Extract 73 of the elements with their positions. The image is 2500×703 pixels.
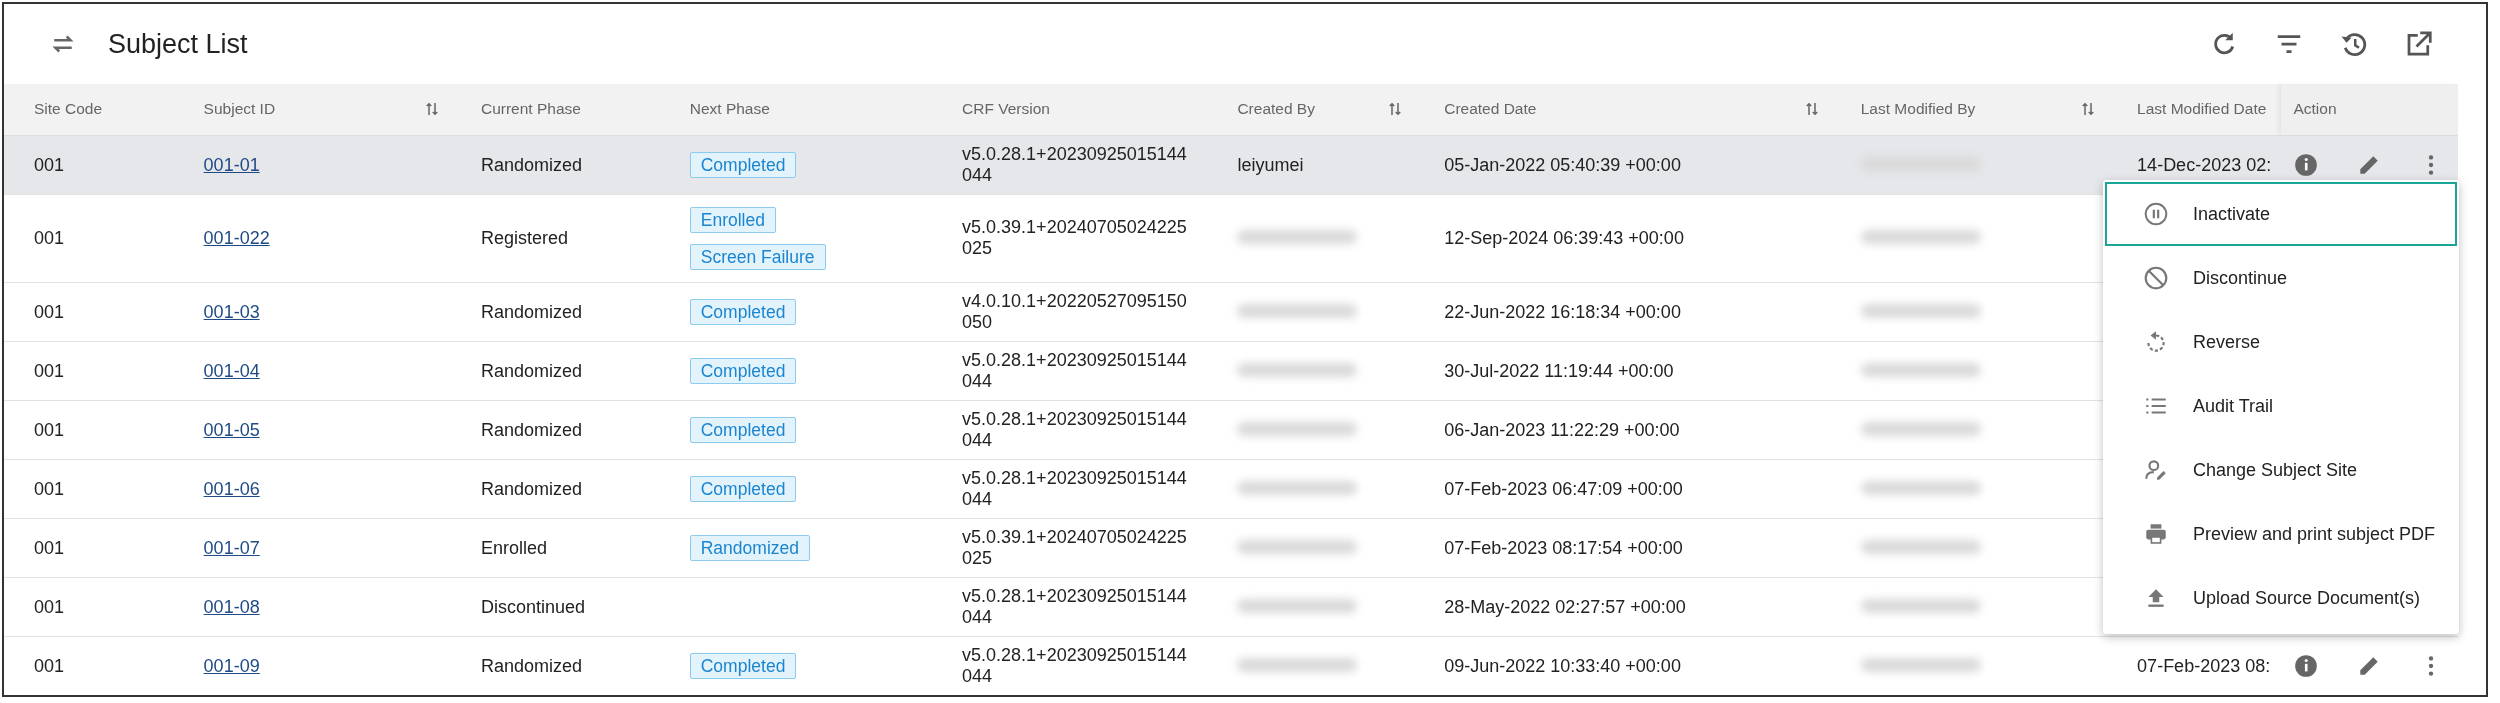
person-edit-icon [2143, 457, 2169, 483]
column-header: Site Code [34, 100, 103, 119]
table-cell: Randomized [480, 154, 583, 175]
table-cell-text: v5.0.28.1+20230925015144044 [962, 585, 1188, 628]
table-cell-text: v5.0.28.1+20230925015144044 [962, 408, 1188, 451]
menu-item[interactable]: Audit Trail [2105, 374, 2457, 438]
column-header: Action [2293, 100, 2337, 119]
column-header: Last Modified Date [2137, 100, 2267, 119]
table-cell: Discontinued [480, 596, 586, 617]
phase-tag[interactable]: Randomized [689, 534, 810, 561]
subject-link[interactable]: 001-09 [203, 655, 260, 676]
table-cell: 05-Jan-2022 05:40:39 +00:00 [1444, 154, 1681, 175]
block-icon [2143, 265, 2169, 291]
table-cell: 22-Jun-2022 16:18:34 +00:00 [1444, 301, 1681, 322]
table-cell: 001 [34, 655, 65, 676]
subject-link[interactable]: 001-08 [203, 596, 260, 617]
printer-icon [2143, 521, 2169, 547]
menu-item[interactable]: Preview and print subject PDF [2105, 502, 2457, 566]
subject-link[interactable]: 001-022 [203, 228, 270, 248]
table-cell: 001 [34, 596, 65, 617]
table-cell: 12-Sep-2024 06:39:43 +00:00 [1444, 228, 1684, 248]
table-cell-text: v4.0.10.1+20220527095150050 [962, 290, 1188, 333]
pause-icon [2143, 201, 2169, 227]
table-cell-text: v5.0.28.1+20230925015144044 [962, 349, 1188, 392]
table-cell: 07-Feb-2023 08:17:54 +00:00 [1444, 537, 1683, 558]
table-cell: 14-Dec-2023 02: [2137, 154, 2272, 175]
table-cell: 07-Feb-2023 08: [2137, 655, 2271, 676]
column-header: Next Phase [689, 100, 770, 119]
info-icon[interactable] [2293, 652, 2320, 679]
table-cell: 001 [34, 419, 65, 440]
column-header: Current Phase [480, 100, 581, 119]
table-cell: 001 [34, 537, 65, 558]
subject-link[interactable]: 001-04 [203, 360, 260, 381]
table-cell: Randomized [480, 419, 583, 440]
info-icon[interactable] [2293, 151, 2320, 178]
table-cell: 28-May-2022 02:27:57 +00:00 [1444, 596, 1686, 617]
table-cell: 001 [34, 360, 65, 381]
table-cell: Randomized [480, 360, 583, 381]
menu-item[interactable]: Reverse [2105, 310, 2457, 374]
table-cell: Enrolled [480, 537, 547, 558]
subject-link[interactable]: 001-01 [203, 154, 260, 175]
table-cell-text: v5.0.28.1+20230925015144044 [962, 467, 1188, 510]
table-cell: Randomized [480, 478, 583, 499]
subject-link[interactable]: 001-03 [203, 301, 260, 322]
subject-link[interactable]: 001-07 [203, 537, 260, 558]
table-cell-text: v5.0.28.1+20230925015144044 [962, 644, 1188, 687]
table-cell-text: v5.0.39.1+20240705024225025 [962, 526, 1188, 569]
table-cell: 30-Jul-2022 11:19:44 +00:00 [1444, 360, 1674, 381]
table-cell: 07-Feb-2023 06:47:09 +00:00 [1444, 478, 1683, 499]
table-cell: Registered [480, 228, 568, 248]
table-cell: 06-Jan-2023 11:22:29 +00:00 [1444, 419, 1680, 440]
column-header: CRF Version [962, 100, 1050, 119]
column-header: Created Date [1444, 100, 1537, 119]
table-cell: 001 [34, 228, 65, 248]
table-cell: Randomized [480, 301, 583, 322]
column-header: Last Modified By [1860, 100, 1976, 119]
menu-item[interactable]: Inactivate [2105, 182, 2457, 246]
table-cell: Randomized [480, 655, 583, 676]
table-cell: 001 [34, 154, 65, 175]
column-header: Subject ID [203, 100, 276, 119]
table-cell-text: v5.0.28.1+20230925015144044 [962, 143, 1188, 186]
table-cell-text: v5.0.39.1+20240705024225025 [962, 217, 1188, 259]
menu-item[interactable]: Upload Source Document(s) [2105, 566, 2457, 630]
table-cell: 001 [34, 301, 65, 322]
page-title: Subject List [108, 28, 248, 60]
subject-link[interactable]: 001-05 [203, 419, 260, 440]
menu-item[interactable]: Discontinue [2105, 246, 2457, 310]
column-header: Created By [1237, 100, 1315, 119]
table-cell: leiyumei [1237, 154, 1304, 175]
table-cell: 001 [34, 478, 65, 499]
subject-link[interactable]: 001-06 [203, 478, 260, 499]
menu-item[interactable]: Change Subject Site [2105, 438, 2457, 502]
table-cell: 09-Jun-2022 10:33:40 +00:00 [1444, 655, 1681, 676]
